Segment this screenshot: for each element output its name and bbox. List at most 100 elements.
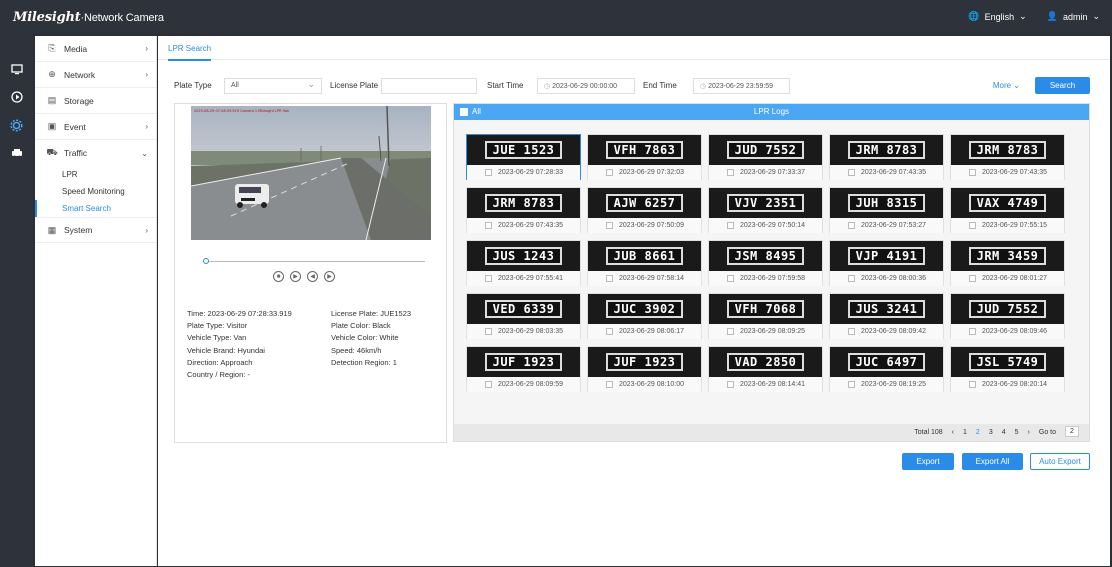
more-options-link[interactable]: More ⌄ bbox=[993, 81, 1020, 90]
page-1[interactable]: 1 bbox=[963, 429, 967, 436]
capture-image[interactable]: 2023-06-29 07:28:33.919 Camera 1 Milesig… bbox=[191, 106, 431, 240]
plate-card[interactable]: JUB 8661 2023-06-29 07:58:14 bbox=[587, 240, 702, 286]
tab-lpr-search[interactable]: LPR Search bbox=[168, 44, 212, 61]
card-checkbox[interactable] bbox=[969, 328, 976, 335]
plate-image[interactable]: JUF 1923 bbox=[588, 347, 701, 377]
card-checkbox[interactable] bbox=[727, 275, 734, 282]
plate-image[interactable]: JUD 7552 bbox=[951, 294, 1064, 324]
sidebar-item-storage[interactable]: ▤ Storage bbox=[35, 88, 156, 114]
card-checkbox[interactable] bbox=[969, 381, 976, 388]
card-checkbox[interactable] bbox=[485, 328, 492, 335]
plate-type-select[interactable]: All bbox=[224, 78, 322, 94]
sidebar-item-event[interactable]: ▣ Event › bbox=[35, 114, 156, 140]
plate-card[interactable]: VJP 4191 2023-06-29 08:00:36 bbox=[829, 240, 944, 286]
playback-handle[interactable] bbox=[203, 258, 209, 264]
plate-card[interactable]: VED 6339 2023-06-29 08:03:35 bbox=[466, 293, 581, 339]
plate-card[interactable]: AJW 6257 2023-06-29 07:50:09 bbox=[587, 187, 702, 233]
card-checkbox[interactable] bbox=[606, 275, 613, 282]
plate-card[interactable]: JUF 1923 2023-06-29 08:10:00 bbox=[587, 346, 702, 392]
next-page-button[interactable]: › bbox=[1028, 429, 1030, 436]
plate-image[interactable]: JUS 1243 bbox=[467, 241, 580, 271]
page-5[interactable]: 5 bbox=[1015, 429, 1019, 436]
plate-image[interactable]: JUH 8315 bbox=[830, 188, 943, 218]
next-icon[interactable]: ▶ bbox=[324, 271, 335, 282]
plate-image[interactable]: JUF 1923 bbox=[467, 347, 580, 377]
live-view-icon[interactable] bbox=[0, 55, 33, 83]
plate-card[interactable]: JUH 8315 2023-06-29 07:53:27 bbox=[829, 187, 944, 233]
card-checkbox[interactable] bbox=[848, 381, 855, 388]
settings-icon[interactable] bbox=[0, 111, 33, 139]
plate-image[interactable]: JUC 3902 bbox=[588, 294, 701, 324]
end-time-input[interactable]: ◷ 2023-06-29 23:59:59 bbox=[693, 78, 790, 94]
plate-image[interactable]: JSL 5749 bbox=[951, 347, 1064, 377]
card-checkbox[interactable] bbox=[606, 381, 613, 388]
page-2[interactable]: 2 bbox=[976, 429, 980, 436]
plate-card[interactable]: JUD 7552 2023-06-29 07:33:37 bbox=[708, 134, 823, 180]
card-checkbox[interactable] bbox=[606, 328, 613, 335]
plate-image[interactable]: VED 6339 bbox=[467, 294, 580, 324]
search-button[interactable]: Search bbox=[1035, 77, 1090, 94]
plate-image[interactable]: JRM 8783 bbox=[467, 188, 580, 218]
sidebar-item-system[interactable]: ▦ System › bbox=[35, 217, 156, 243]
goto-page-input[interactable]: 2 bbox=[1065, 426, 1079, 437]
plate-image[interactable]: JUE 1523 bbox=[467, 135, 580, 165]
stop-icon[interactable]: ■ bbox=[273, 271, 284, 282]
card-checkbox[interactable] bbox=[485, 169, 492, 176]
card-checkbox[interactable] bbox=[606, 222, 613, 229]
plate-card[interactable]: JUC 3902 2023-06-29 08:06:17 bbox=[587, 293, 702, 339]
card-checkbox[interactable] bbox=[848, 275, 855, 282]
plate-image[interactable]: JUB 8661 bbox=[588, 241, 701, 271]
plate-card[interactable]: JUS 3241 2023-06-29 08:09:42 bbox=[829, 293, 944, 339]
plate-card[interactable]: VAX 4749 2023-06-29 07:55:15 bbox=[950, 187, 1065, 233]
plate-image[interactable]: VFH 7068 bbox=[709, 294, 822, 324]
plate-image[interactable]: JUC 6497 bbox=[830, 347, 943, 377]
plate-image[interactable]: AJW 6257 bbox=[588, 188, 701, 218]
plate-image[interactable]: VAX 4749 bbox=[951, 188, 1064, 218]
playback-progress[interactable] bbox=[203, 261, 425, 262]
card-checkbox[interactable] bbox=[727, 381, 734, 388]
card-checkbox[interactable] bbox=[848, 328, 855, 335]
card-checkbox[interactable] bbox=[606, 169, 613, 176]
card-checkbox[interactable] bbox=[969, 275, 976, 282]
sidebar-item-network[interactable]: ⊕ Network › bbox=[35, 62, 156, 88]
plate-image[interactable]: JUD 7552 bbox=[709, 135, 822, 165]
plate-card[interactable]: JSM 8495 2023-06-29 07:59:58 bbox=[708, 240, 823, 286]
plate-card[interactable]: VAD 2850 2023-06-29 08:14:41 bbox=[708, 346, 823, 392]
plate-card[interactable]: JRM 3459 2023-06-29 08:01:27 bbox=[950, 240, 1065, 286]
card-checkbox[interactable] bbox=[969, 169, 976, 176]
card-checkbox[interactable] bbox=[848, 222, 855, 229]
start-time-input[interactable]: ◷ 2023-06-29 00:00:00 bbox=[537, 78, 635, 94]
plate-card[interactable]: JUS 1243 2023-06-29 07:55:41 bbox=[466, 240, 581, 286]
user-menu[interactable]: 👤 admin ⌄ bbox=[1047, 11, 1100, 22]
plate-image[interactable]: JRM 3459 bbox=[951, 241, 1064, 271]
plate-image[interactable]: VAD 2850 bbox=[709, 347, 822, 377]
prev-page-button[interactable]: ‹ bbox=[952, 429, 954, 436]
plate-card[interactable]: JUF 1923 2023-06-29 08:09:59 bbox=[466, 346, 581, 392]
plate-card[interactable]: JUC 6497 2023-06-29 08:19:25 bbox=[829, 346, 944, 392]
sidebar-subitem-lpr[interactable]: LPR bbox=[35, 166, 156, 183]
plate-card[interactable]: JUD 7552 2023-06-29 08:09:46 bbox=[950, 293, 1065, 339]
plate-image[interactable]: VFH 7863 bbox=[588, 135, 701, 165]
language-selector[interactable]: 🌐 English ⌄ bbox=[968, 11, 1026, 22]
plate-card[interactable]: VFH 7068 2023-06-29 08:09:25 bbox=[708, 293, 823, 339]
export-button[interactable]: Export bbox=[902, 453, 954, 470]
plate-image[interactable]: VJP 4191 bbox=[830, 241, 943, 271]
plate-card[interactable]: VFH 7863 2023-06-29 07:32:03 bbox=[587, 134, 702, 180]
card-checkbox[interactable] bbox=[848, 169, 855, 176]
plate-image[interactable]: JRM 8783 bbox=[830, 135, 943, 165]
plate-card[interactable]: VJV 2351 2023-06-29 07:50:14 bbox=[708, 187, 823, 233]
plate-card[interactable]: JRM 8783 2023-06-29 07:43:35 bbox=[829, 134, 944, 180]
previous-icon[interactable]: ◀ bbox=[307, 271, 318, 282]
vehicle-icon[interactable] bbox=[0, 139, 33, 167]
playback-icon[interactable] bbox=[0, 83, 33, 111]
sidebar-subitem-smart-search[interactable]: Smart Search bbox=[35, 200, 156, 217]
page-4[interactable]: 4 bbox=[1002, 429, 1006, 436]
card-checkbox[interactable] bbox=[969, 222, 976, 229]
plate-image[interactable]: JSM 8495 bbox=[709, 241, 822, 271]
card-checkbox[interactable] bbox=[485, 381, 492, 388]
license-plate-input[interactable] bbox=[381, 78, 477, 94]
card-checkbox[interactable] bbox=[727, 169, 734, 176]
card-checkbox[interactable] bbox=[727, 222, 734, 229]
plate-card[interactable]: JRM 8783 2023-06-29 07:43:35 bbox=[466, 187, 581, 233]
sidebar-item-traffic[interactable]: ⛟ Traffic ⌄ bbox=[35, 140, 156, 166]
